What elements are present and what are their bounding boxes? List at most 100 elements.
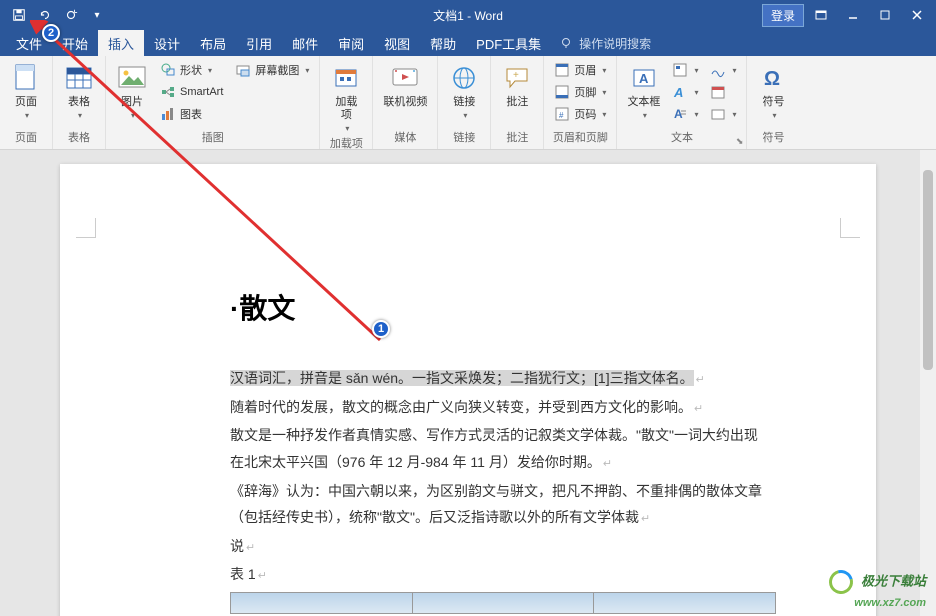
comment-button[interactable]: + 批注: [497, 60, 537, 111]
menu-bar: 文件 开始 插入 设计 布局 引用 邮件 审阅 视图 帮助 PDF工具集 操作说…: [0, 30, 936, 56]
wordart-button[interactable]: A▾: [668, 82, 702, 102]
footer-button[interactable]: 页脚▾: [550, 82, 610, 102]
tab-insert[interactable]: 插入: [98, 30, 144, 57]
ribbon: 页面 ▾ 页面 表格 ▾ 表格 图片 ▾ 形状▾: [0, 56, 936, 150]
tab-references[interactable]: 引用: [236, 30, 282, 57]
group-media: 联机视频 媒体: [373, 56, 438, 149]
screenshot-icon: [235, 62, 251, 78]
qat-customize[interactable]: ▾: [86, 4, 108, 26]
redo-button[interactable]: [60, 4, 82, 26]
tab-pdf-tools[interactable]: PDF工具集: [466, 30, 551, 57]
quick-access-toolbar: ▾: [0, 4, 108, 26]
chevron-down-icon: ▾: [345, 124, 349, 133]
quickparts-button[interactable]: ▾: [668, 60, 702, 80]
signature-button[interactable]: ▾: [706, 60, 740, 80]
group-links: 链接 ▾ 链接: [438, 56, 491, 149]
minimize-button[interactable]: [838, 3, 868, 27]
addins-button[interactable]: 加载 项 ▾: [326, 60, 366, 135]
window-title: 文档1 - Word: [433, 7, 503, 24]
page: 散文 汉语词汇，拼音是 sǎn wén。一指文采焕发；二指犹行文；[1]三指文体…: [60, 164, 876, 616]
login-button[interactable]: 登录: [762, 4, 804, 27]
paragraph: 随着时代的发展，散文的概念由广义向狭义转变，并受到西方文化的影响。: [230, 394, 776, 421]
svg-text:A: A: [639, 71, 649, 86]
group-comments: + 批注 批注: [491, 56, 544, 149]
scrollbar-thumb[interactable]: [923, 170, 933, 370]
group-symbols: Ω 符号 ▾ 符号: [747, 56, 799, 149]
shapes-button[interactable]: 形状▾: [156, 60, 227, 80]
group-tables: 表格 ▾ 表格: [53, 56, 106, 149]
lightbulb-icon: [559, 36, 573, 50]
pages-button[interactable]: 页面 ▾: [6, 60, 46, 122]
svg-text:A: A: [673, 85, 683, 100]
paragraph: 在北宋太平兴国（976 年 12 月-984 年 11 月）发给你时期。: [230, 449, 776, 476]
symbol-button[interactable]: Ω 符号 ▾: [753, 60, 793, 122]
tab-view[interactable]: 视图: [374, 30, 420, 57]
paragraph: 散文是一种抒发作者真情实感、写作方式灵活的记叙类文学体裁。"散文"一词大约出现: [230, 422, 776, 449]
margin-corner: [76, 218, 96, 238]
group-addins: 加载 项 ▾ 加载项: [320, 56, 373, 149]
footer-icon: [554, 84, 570, 100]
symbol-icon: Ω: [757, 62, 789, 94]
smartart-icon: [160, 84, 176, 100]
close-button[interactable]: [902, 3, 932, 27]
chart-icon: [160, 106, 176, 122]
chevron-down-icon: ▾: [643, 111, 647, 120]
online-video-button[interactable]: 联机视频: [379, 60, 431, 111]
group-illustrations: 图片 ▾ 形状▾ SmartArt 图表: [106, 56, 320, 149]
save-button[interactable]: [8, 4, 30, 26]
video-icon: [389, 62, 421, 94]
group-text: A 文本框 ▾ ▾ A▾ A▾ ▾ ▾ 文本 ⬊: [617, 56, 747, 149]
tab-layout[interactable]: 布局: [190, 30, 236, 57]
watermark: 极光下载站 www.xz7.com: [829, 570, 926, 610]
margin-corner: [840, 218, 860, 238]
document-body[interactable]: 散文 汉语词汇，拼音是 sǎn wén。一指文采焕发；二指犹行文；[1]三指文体…: [230, 282, 776, 614]
textbox-icon: A: [628, 62, 660, 94]
group-pages: 页面 ▾ 页面: [0, 56, 53, 149]
comment-icon: +: [501, 62, 533, 94]
vertical-scrollbar[interactable]: [920, 150, 936, 616]
tab-review[interactable]: 审阅: [328, 30, 374, 57]
paragraph: 《辞海》认为：中国六朝以来，为区别韵文与骈文，把凡不押韵、不重排偶的散体文章: [230, 478, 776, 505]
object-button[interactable]: ▾: [706, 104, 740, 124]
table-button[interactable]: 表格 ▾: [59, 60, 99, 122]
paragraph: 汉语词汇，拼音是 sǎn wén。一指文采焕发；二指犹行文；[1]三指文体名。: [230, 365, 776, 392]
header-button[interactable]: 页眉▾: [550, 60, 610, 80]
chevron-down-icon: ▾: [25, 111, 29, 120]
tab-help[interactable]: 帮助: [420, 30, 466, 57]
svg-text:+: +: [513, 70, 519, 81]
annotation-badge-1: 1: [372, 320, 390, 338]
paragraph: 说: [230, 533, 776, 560]
picture-icon: [116, 62, 148, 94]
tab-mailings[interactable]: 邮件: [282, 30, 328, 57]
datetime-button[interactable]: [706, 82, 740, 102]
object-icon: [710, 106, 726, 122]
chevron-down-icon: ▾: [463, 111, 467, 120]
textbox-button[interactable]: A 文本框 ▾: [623, 60, 664, 122]
table-icon: [63, 62, 95, 94]
ribbon-display-options[interactable]: [806, 3, 836, 27]
svg-text:#: #: [559, 111, 564, 120]
heading: 散文: [230, 282, 776, 335]
screenshot-button[interactable]: 屏幕截图▾: [231, 60, 313, 80]
links-button[interactable]: 链接 ▾: [444, 60, 484, 122]
svg-text:Ω: Ω: [764, 68, 780, 90]
table-row: [230, 592, 776, 614]
maximize-button[interactable]: [870, 3, 900, 27]
tab-design[interactable]: 设计: [144, 30, 190, 57]
dropcap-icon: A: [672, 106, 688, 122]
smartart-button[interactable]: SmartArt: [156, 82, 227, 102]
undo-button[interactable]: [34, 4, 56, 26]
paragraph: （包括经传史书），统称"散文"。后又泛指诗歌以外的所有文学体裁: [230, 504, 776, 531]
document-area[interactable]: 散文 汉语词汇，拼音是 sǎn wén。一指文采焕发；二指犹行文；[1]三指文体…: [0, 150, 936, 616]
dialog-launcher[interactable]: ⬊: [736, 136, 744, 147]
tell-me-search[interactable]: 操作说明搜索: [559, 35, 651, 52]
chart-button[interactable]: 图表: [156, 104, 227, 124]
wordart-icon: A: [672, 84, 688, 100]
page-number-button[interactable]: # 页码▾: [550, 104, 610, 124]
pictures-button[interactable]: 图片 ▾: [112, 60, 152, 122]
watermark-logo-icon: [825, 565, 858, 598]
signature-icon: [710, 62, 726, 78]
dropcap-button[interactable]: A▾: [668, 104, 702, 124]
chevron-down-icon: ▾: [131, 111, 135, 120]
chevron-down-icon: ▾: [78, 111, 82, 120]
